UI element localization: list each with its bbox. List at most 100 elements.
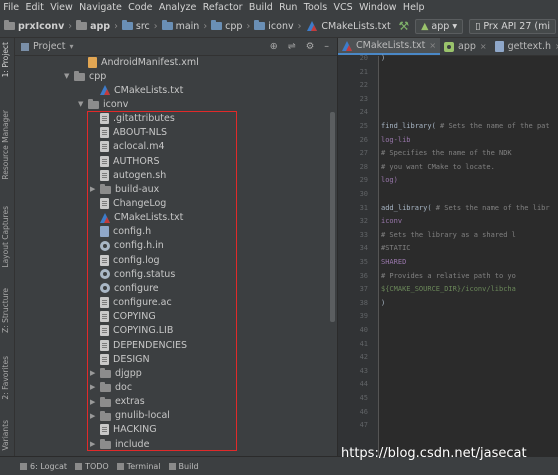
- editor-tab[interactable]: app ×: [440, 38, 491, 55]
- bottom-tool-label: Terminal: [126, 461, 161, 471]
- line-number: 34: [359, 244, 368, 253]
- code-line: # Specifies the name of the NDK: [381, 149, 512, 158]
- bottom-tool-0[interactable]: 6: Logcat: [20, 462, 67, 471]
- breadcrumb-item[interactable]: iconv: [254, 20, 294, 32]
- code-line: find_library( # Sets the name of the pat: [381, 122, 550, 130]
- code-line: #STATIC: [381, 244, 411, 253]
- menu-refactor[interactable]: Refactor: [200, 2, 246, 13]
- tree-item[interactable]: CMakeLists.txt: [90, 83, 183, 97]
- tree-item[interactable]: ▼ iconv: [78, 97, 128, 111]
- code-line: log-lib: [381, 135, 411, 144]
- bottom-tool-1[interactable]: TODO: [75, 462, 109, 471]
- editor-tab[interactable]: CMakeLists.txt ×: [338, 38, 441, 55]
- bottom-tool-2[interactable]: Terminal: [116, 461, 161, 471]
- breadcrumb-label: app: [90, 20, 111, 32]
- expand-down-icon[interactable]: ▼: [78, 100, 86, 108]
- breadcrumb-label: iconv: [268, 20, 294, 32]
- device-select[interactable]: ▯ Prx API 27 (mi: [469, 18, 556, 34]
- collapse-icon[interactable]: ⇌: [288, 41, 296, 52]
- folder-icon: [88, 99, 99, 110]
- line-number: 40: [359, 326, 368, 334]
- line-number: 46: [359, 407, 368, 416]
- tab-resource-manager[interactable]: Resource Manager: [1, 110, 10, 180]
- close-icon[interactable]: ×: [429, 41, 436, 50]
- line-number: 28: [359, 162, 368, 171]
- breadcrumb-item[interactable]: prxIconv: [0, 20, 65, 32]
- project-view-icon: [21, 42, 29, 51]
- menu-code[interactable]: Code: [125, 2, 156, 13]
- folder-icon: [161, 20, 173, 30]
- editor-tab-label: gettext.h: [507, 41, 551, 52]
- breadcrumb-item[interactable]: CMakeLists.txt: [305, 21, 391, 32]
- tree-item-label: AndroidManifest.xml: [101, 56, 199, 68]
- tree-item[interactable]: ▼ cpp: [64, 69, 106, 83]
- project-panel-header: Project ▾ ⊕ ⇌ ⚙ –: [15, 38, 337, 56]
- line-number: 22: [359, 81, 368, 90]
- code-line: # Provides a relative path to yo: [381, 271, 516, 280]
- breadcrumb-item[interactable]: app: [76, 20, 111, 32]
- breadcrumb-label: prxIconv: [18, 20, 65, 32]
- project-scrollbar[interactable]: [330, 112, 335, 322]
- line-number: 37: [359, 285, 368, 294]
- folder-icon: [121, 20, 133, 30]
- breadcrumb-item[interactable]: src: [121, 20, 150, 32]
- menu-file[interactable]: File: [0, 2, 22, 13]
- breadcrumb-separator: ›: [114, 20, 118, 32]
- tab-variants[interactable]: Variants: [1, 420, 10, 451]
- editor-tab-label: CMakeLists.txt: [356, 40, 426, 51]
- close-icon[interactable]: ×: [480, 42, 487, 51]
- bottom-tool-label: Build: [178, 461, 199, 471]
- editor-tab-label: app: [458, 41, 476, 52]
- watermark: https://blog.csdn.net/jasecat: [341, 446, 527, 461]
- tree-item[interactable]: AndroidManifest.xml: [78, 55, 199, 69]
- menu-build[interactable]: Build: [246, 2, 276, 13]
- menu-vcs[interactable]: VCS: [330, 2, 356, 13]
- line-number: 39: [359, 312, 368, 321]
- folder-icon: [76, 20, 88, 30]
- line-number: 38: [359, 298, 368, 307]
- highlight-box: [87, 111, 237, 451]
- cmake-icon: [100, 85, 110, 96]
- run-config-select[interactable]: ▲ app ▾: [415, 18, 464, 34]
- menu-window[interactable]: Window: [356, 2, 400, 13]
- line-number: 36: [359, 271, 368, 280]
- menu-run[interactable]: Run: [276, 2, 301, 13]
- project-panel-title[interactable]: Project: [33, 41, 66, 52]
- device-label: Prx API 27 (mi: [483, 20, 550, 32]
- menu-help[interactable]: Help: [400, 2, 428, 13]
- folder-icon: [211, 20, 223, 30]
- code-line: # Sets the library as a shared l: [381, 230, 516, 239]
- line-number: 23: [359, 94, 368, 103]
- minimize-icon[interactable]: –: [324, 41, 329, 52]
- code-line: # you want CMake to locate.: [381, 162, 495, 171]
- run-config-label: app: [431, 20, 450, 32]
- cmake-icon: [307, 21, 318, 31]
- breadcrumb-item[interactable]: main: [161, 20, 199, 32]
- tab-project[interactable]: 1: Project: [1, 42, 10, 77]
- line-number: 43: [359, 366, 368, 375]
- tab-favorites[interactable]: 2: Favorites: [1, 356, 10, 400]
- line-number: 31: [359, 203, 368, 212]
- logcat-icon: [20, 462, 27, 470]
- code-line: ): [381, 54, 386, 62]
- line-number: 29: [359, 176, 368, 185]
- menu-tools[interactable]: Tools: [301, 2, 331, 13]
- editor-tab[interactable]: gettext.h×: [491, 38, 558, 55]
- gear-icon[interactable]: ⚙: [306, 41, 315, 52]
- menu-edit[interactable]: Edit: [22, 2, 47, 13]
- tab-layout-captures[interactable]: Layout Captures: [1, 206, 10, 268]
- bottom-tool-3[interactable]: Build: [168, 461, 199, 471]
- line-number: 30: [359, 190, 368, 198]
- todo-icon: [75, 462, 83, 470]
- menu-analyze[interactable]: Analyze: [156, 2, 200, 13]
- tab-structure[interactable]: Z: Structure: [1, 288, 10, 333]
- menu-view[interactable]: View: [47, 2, 76, 13]
- dropdown-icon[interactable]: ▾: [70, 42, 74, 51]
- locate-icon[interactable]: ⊕: [270, 41, 278, 52]
- hammer-icon[interactable]: ⚒: [398, 19, 409, 33]
- expand-down-icon[interactable]: ▼: [64, 72, 72, 80]
- code-line: ${CMAKE_SOURCE_DIR}/iconv/libcha: [381, 285, 516, 294]
- breadcrumb-item[interactable]: cpp: [211, 20, 242, 32]
- line-number: 21: [359, 67, 368, 76]
- menu-navigate[interactable]: Navigate: [76, 2, 125, 13]
